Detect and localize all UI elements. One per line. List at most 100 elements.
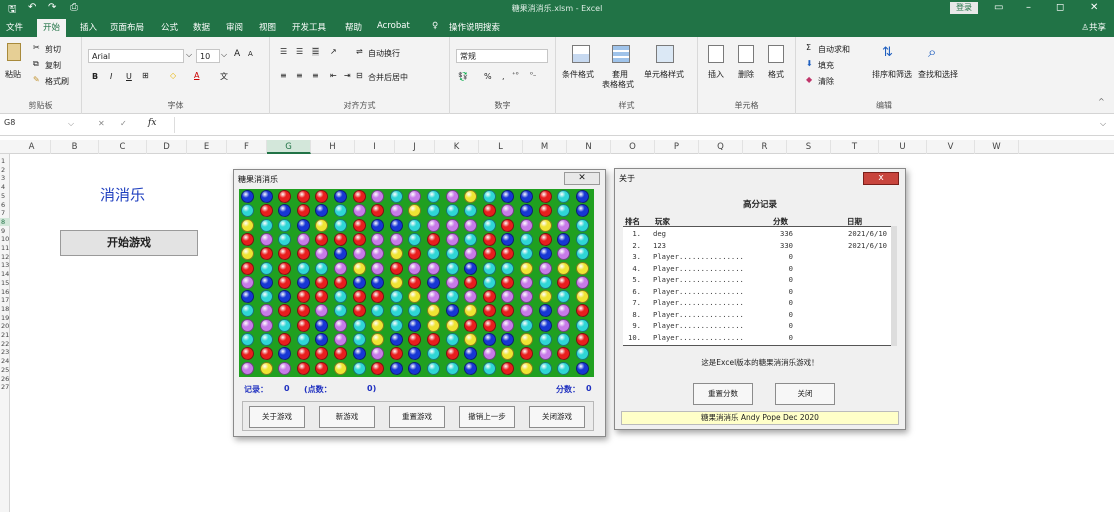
row-header-26[interactable]: 26 xyxy=(0,375,10,383)
candy-ball[interactable] xyxy=(408,247,422,261)
candy-ball[interactable] xyxy=(501,204,515,218)
name-box[interactable]: G8 xyxy=(2,118,64,132)
restore-icon[interactable]: ◻ xyxy=(1056,2,1064,13)
candy-ball[interactable] xyxy=(371,247,385,261)
candy-ball[interactable] xyxy=(482,304,496,318)
candy-ball[interactable] xyxy=(241,318,254,332)
candy-ball[interactable] xyxy=(259,347,273,361)
candy-ball[interactable] xyxy=(241,361,254,375)
start-game-button[interactable]: 开始游戏 xyxy=(60,230,198,256)
candy-ball[interactable] xyxy=(334,275,347,289)
candy-ball[interactable] xyxy=(575,290,589,304)
candy-ball[interactable] xyxy=(315,347,329,361)
candy-ball[interactable] xyxy=(334,247,347,261)
candy-ball[interactable] xyxy=(445,347,459,361)
candy-ball[interactable] xyxy=(520,247,533,261)
candy-ball[interactable] xyxy=(334,204,347,218)
candy-ball[interactable] xyxy=(334,232,347,246)
candy-ball[interactable] xyxy=(408,318,422,332)
candy-ball[interactable] xyxy=(482,261,496,275)
candy-ball[interactable] xyxy=(259,232,273,246)
candy-ball[interactable] xyxy=(501,290,515,304)
candy-ball[interactable] xyxy=(389,333,403,346)
candy-ball[interactable] xyxy=(538,347,552,361)
row-header-9[interactable]: 9 xyxy=(0,227,10,235)
candy-ball[interactable] xyxy=(241,204,254,218)
candy-ball[interactable] xyxy=(334,347,347,361)
row-header-8[interactable]: 8 xyxy=(0,217,10,226)
column-header-p[interactable]: P xyxy=(655,140,699,154)
tab-developer[interactable]: 开发工具 xyxy=(292,21,326,33)
candy-ball[interactable] xyxy=(408,204,422,218)
candy-ball[interactable] xyxy=(557,275,571,289)
candy-ball[interactable] xyxy=(520,190,533,203)
candy-ball[interactable] xyxy=(371,361,385,375)
candy-ball[interactable] xyxy=(501,304,515,318)
ribbon-display-icon[interactable]: ▭ xyxy=(994,2,1003,13)
format-painter-icon[interactable]: ✎ xyxy=(33,75,40,84)
column-header-r[interactable]: R xyxy=(743,140,787,154)
candy-ball[interactable] xyxy=(557,232,571,246)
column-header-k[interactable]: K xyxy=(435,140,479,154)
candy-ball[interactable] xyxy=(464,232,478,246)
candy-ball[interactable] xyxy=(352,361,366,375)
candy-ball[interactable] xyxy=(389,204,403,218)
candy-ball[interactable] xyxy=(241,232,254,246)
align-right-icon[interactable]: ≡ xyxy=(312,71,319,80)
cancel-icon[interactable]: ✕ xyxy=(98,119,105,128)
candy-ball[interactable] xyxy=(482,347,496,361)
candy-ball[interactable] xyxy=(575,361,589,375)
row-header-24[interactable]: 24 xyxy=(0,357,10,365)
candy-ball[interactable] xyxy=(557,261,571,275)
candy-ball[interactable] xyxy=(557,204,571,218)
candy-ball[interactable] xyxy=(389,347,403,361)
candy-ball[interactable] xyxy=(427,261,440,275)
column-header-a[interactable]: A xyxy=(13,140,51,154)
candy-ball[interactable] xyxy=(315,218,329,232)
tab-page-layout[interactable]: 页面布局 xyxy=(110,21,144,33)
column-header-i[interactable]: I xyxy=(355,140,395,154)
candy-ball[interactable] xyxy=(427,304,440,318)
candy-ball[interactable] xyxy=(445,247,459,261)
candy-ball[interactable] xyxy=(520,304,533,318)
candy-ball[interactable] xyxy=(334,361,347,375)
candy-ball[interactable] xyxy=(334,318,347,332)
candy-ball[interactable] xyxy=(501,190,515,203)
undo-move-button[interactable]: 撤销上一步 xyxy=(459,406,515,428)
share-button[interactable]: ♙共享 xyxy=(1081,21,1106,33)
candy-ball[interactable] xyxy=(427,275,440,289)
tab-formulas[interactable]: 公式 xyxy=(161,21,178,33)
candy-ball[interactable] xyxy=(520,204,533,218)
candy-ball[interactable] xyxy=(464,333,478,346)
candy-ball[interactable] xyxy=(259,275,273,289)
candy-ball[interactable] xyxy=(371,275,385,289)
candy-ball[interactable] xyxy=(538,247,552,261)
increase-decimal-icon[interactable]: ⁺⁰ xyxy=(512,71,519,79)
candy-ball[interactable] xyxy=(464,247,478,261)
column-header-m[interactable]: M xyxy=(523,140,567,154)
candy-ball[interactable] xyxy=(557,218,571,232)
name-box-dropdown-icon[interactable]: ⌵ xyxy=(68,119,74,129)
comma-button[interactable]: , xyxy=(502,72,505,81)
candy-ball[interactable] xyxy=(278,361,292,375)
column-header-l[interactable]: L xyxy=(479,140,523,154)
candy-ball[interactable] xyxy=(259,290,273,304)
column-header-h[interactable]: H xyxy=(311,140,355,154)
about-close-icon[interactable]: x xyxy=(863,172,899,185)
candy-ball[interactable] xyxy=(389,275,403,289)
row-header-19[interactable]: 19 xyxy=(0,314,10,322)
candy-ball[interactable] xyxy=(259,204,273,218)
row-header-20[interactable]: 20 xyxy=(0,322,10,330)
candy-ball[interactable] xyxy=(296,304,310,318)
format-cells-button[interactable]: 格式 xyxy=(768,69,784,80)
candy-ball[interactable] xyxy=(315,232,329,246)
candy-ball[interactable] xyxy=(315,190,329,203)
candy-ball[interactable] xyxy=(575,261,589,275)
candy-ball[interactable] xyxy=(482,218,496,232)
candy-ball[interactable] xyxy=(241,247,254,261)
candy-ball[interactable] xyxy=(575,333,589,346)
candy-ball[interactable] xyxy=(352,275,366,289)
merge-icon[interactable]: ⊟ xyxy=(356,71,363,80)
candy-ball[interactable] xyxy=(520,347,533,361)
candy-ball[interactable] xyxy=(445,361,459,375)
